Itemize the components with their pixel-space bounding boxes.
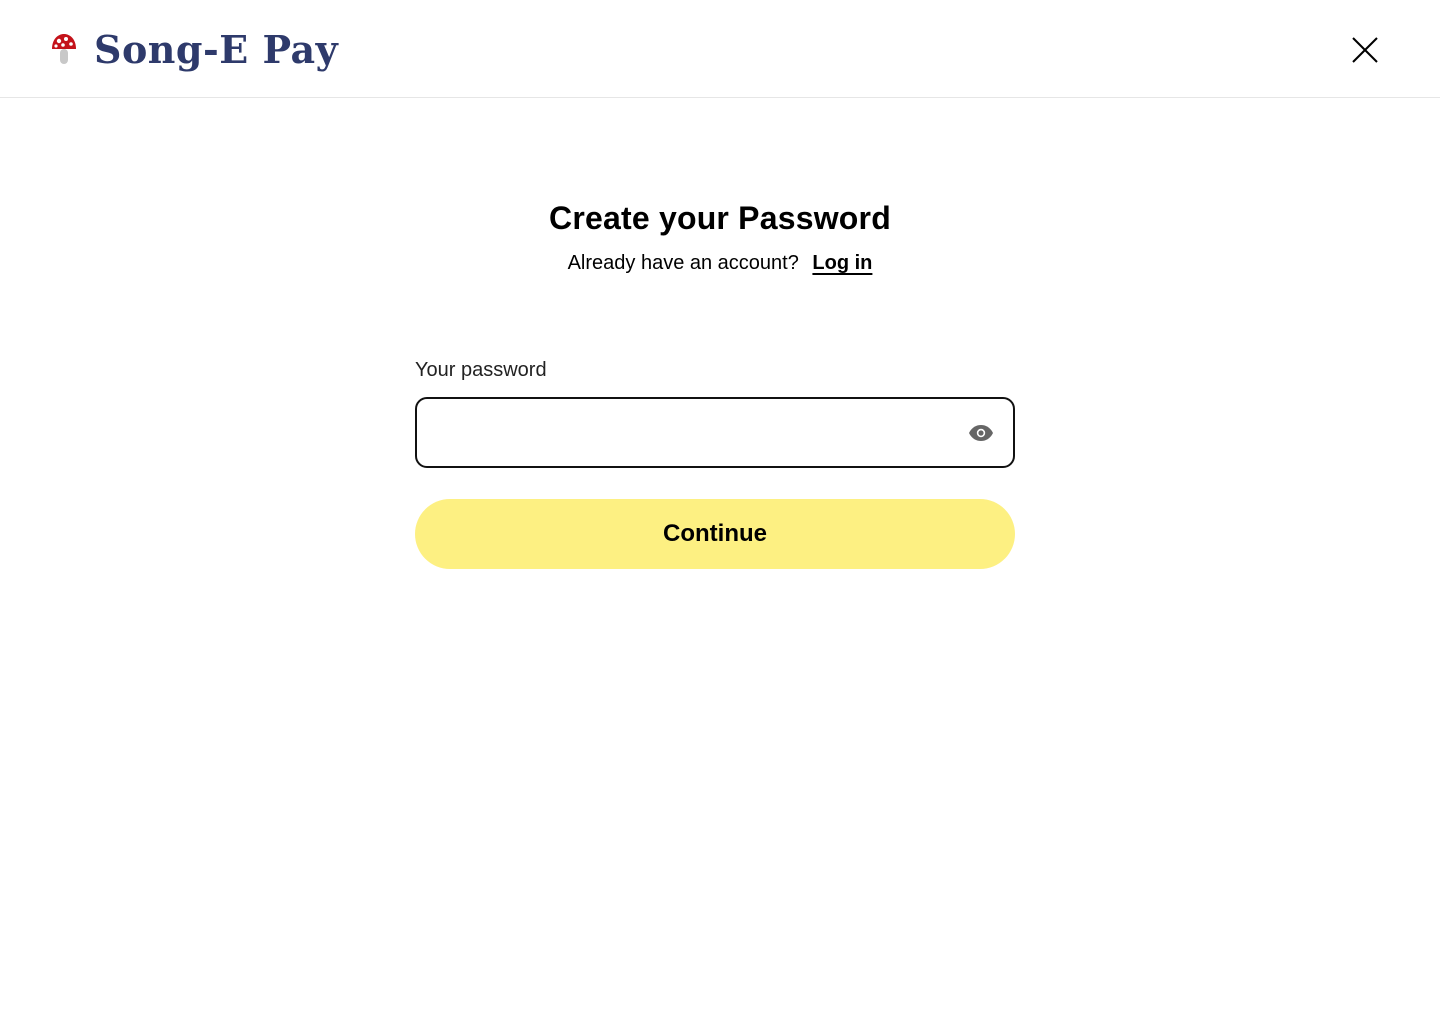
login-prompt: Already have an account? Log in: [0, 250, 1440, 276]
password-label: Your password: [415, 359, 547, 381]
close-button[interactable]: [1346, 31, 1384, 69]
page-title: Create your Password: [549, 200, 891, 236]
close-icon: [1352, 37, 1378, 63]
mushroom-icon: [52, 34, 76, 64]
brand-name: Song-E Pay: [94, 27, 339, 72]
login-prompt-text: Already have an account?: [567, 252, 799, 274]
password-input[interactable]: [433, 399, 957, 468]
logo[interactable]: Song-E Pay: [50, 28, 338, 72]
show-password-toggle[interactable]: [967, 421, 995, 445]
eye-icon: [969, 425, 993, 441]
continue-button[interactable]: Continue: [415, 499, 1015, 569]
app-header: Song-E Pay: [0, 0, 1440, 98]
password-field: [415, 397, 1015, 468]
login-link[interactable]: Log in: [812, 252, 872, 274]
